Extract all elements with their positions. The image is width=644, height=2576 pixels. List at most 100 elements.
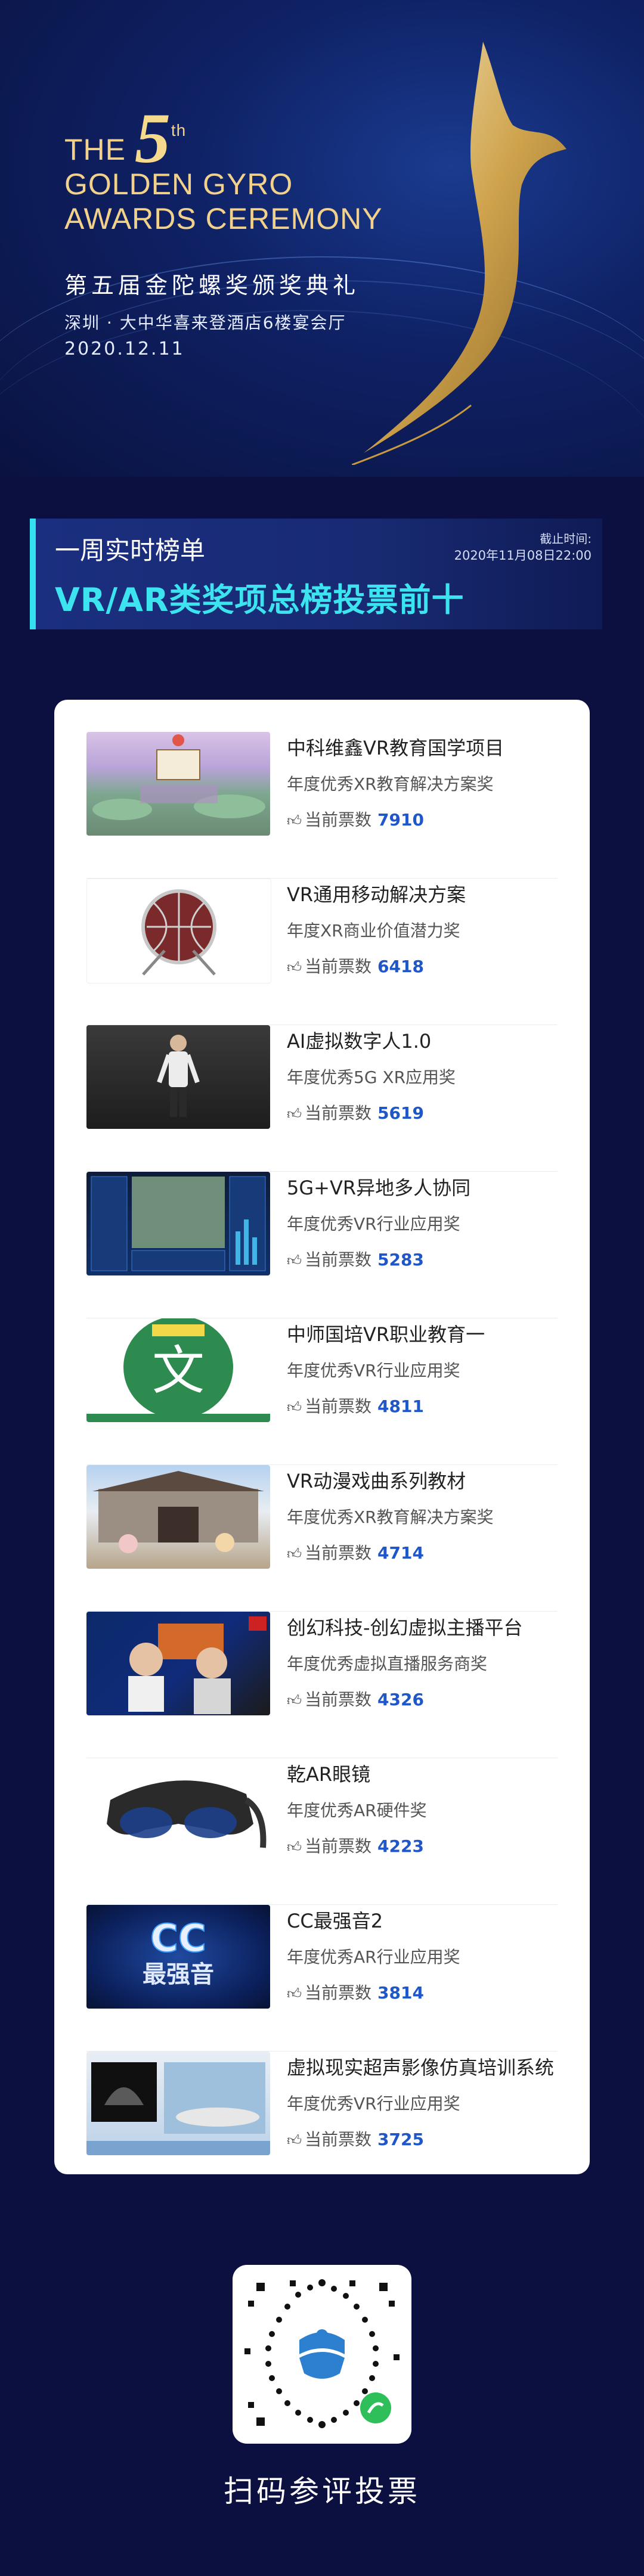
list-item[interactable]: VR通用移动解决方案 年度XR商业价值潜力奖 👍︎ 当前票数 6418 [86,879,558,1025]
thumbs-up-icon: 👍︎ [287,1106,302,1122]
item-award: 年度优秀AR行业应用奖 [287,1947,460,1967]
item-name[interactable]: 创幻科技-创幻虚拟主播平台 [287,1613,558,1640]
item-thumbnail[interactable] [86,1025,270,1129]
list-item[interactable]: 虚拟现实超声影像仿真培训系统 年度优秀VR行业应用奖 👍︎ 当前票数 3725 [86,2052,558,2171]
deadline-label: 截止时间: [540,532,592,546]
votes-label: 当前票数 [305,1836,372,1856]
votes-count: 3725 [377,2130,424,2149]
item-name[interactable]: CC最强音2 [287,1906,558,1933]
item-award: 年度优秀5G XR应用奖 [287,1067,456,1087]
item-name[interactable]: AI虚拟数字人1.0 [287,1026,558,1054]
list-item[interactable]: 中科维鑫VR教育国学项目 年度优秀XR教育解决方案奖 👍︎ 当前票数 7910 [86,732,558,879]
thumb-subtitle: 最强音 [143,1961,214,1988]
list-item[interactable]: CC 最强音 CC最强音2 年度优秀AR行业应用奖 👍︎ 当前票数 3814 [86,1905,558,2052]
votes-label: 当前票数 [305,1396,372,1416]
votes-label: 当前票数 [305,1103,372,1123]
votes-count: 5619 [377,1103,424,1123]
votes-count: 4714 [377,1543,424,1563]
item-thumbnail[interactable] [86,2052,270,2155]
list-item[interactable]: 文 中师国培VR职业教育一 年度优秀VR行业应用奖 👍︎ 当前票数 4811 [86,1318,558,1465]
votes-count: 6418 [377,957,424,976]
item-votes: 👍︎ 当前票数 6418 [287,954,424,977]
qr-caption: 扫码参评投票 [224,2474,420,2509]
item-votes: 👍︎ 当前票数 3725 [287,2127,424,2150]
votes-count: 7910 [377,810,424,830]
thumbs-up-icon: 👍︎ [287,1545,302,1562]
thumbs-up-icon: 👍︎ [287,1839,302,1855]
deadline-time: 2020年11月08日22:00 [454,548,592,563]
votes-label: 当前票数 [305,1250,372,1270]
accent-bar [30,519,36,629]
thumbs-up-icon: 👍︎ [287,1252,302,1269]
item-thumbnail[interactable] [86,1612,270,1715]
item-name[interactable]: 虚拟现实超声影像仿真培训系统 [287,2053,558,2080]
item-thumbnail[interactable]: 文 [86,1318,270,1422]
votes-count: 4811 [377,1396,424,1416]
thumbs-up-icon: 👍︎ [287,1985,302,2002]
trophy-icon [352,42,566,465]
votes-count: 4326 [377,1690,424,1709]
qr-code[interactable] [233,2265,411,2444]
title-line2: GOLDEN GYRO [64,167,293,201]
item-votes: 👍︎ 当前票数 5619 [287,1100,424,1124]
title-line3: AWARDS CEREMONY [64,202,383,235]
title-number: 5 [134,98,171,178]
item-votes: 👍︎ 当前票数 7910 [287,807,424,831]
votes-count: 4223 [377,1836,424,1856]
item-thumbnail[interactable] [86,1172,270,1275]
item-name[interactable]: VR动漫戏曲系列教材 [287,1466,558,1494]
votes-count: 5283 [377,1250,424,1270]
thumbs-up-icon: 👍︎ [287,959,302,976]
item-thumbnail[interactable] [86,879,271,983]
title-suffix: th [171,121,187,139]
item-votes: 👍︎ 当前票数 4223 [287,1833,424,1857]
item-votes: 👍︎ 当前票数 4811 [287,1393,424,1417]
item-award: 年度优秀VR行业应用奖 [287,2094,460,2113]
thumbs-up-icon: 👍︎ [287,2132,302,2149]
item-award: 年度XR商业价值潜力奖 [287,921,460,941]
votes-label: 当前票数 [305,1690,372,1709]
event-title-en: THE 5th GOLDEN GYRO AWARDS CEREMONY [64,103,383,236]
item-thumbnail[interactable] [86,1758,270,1862]
votes-label: 当前票数 [305,957,372,976]
thumbs-up-icon: 👍︎ [287,1399,302,1416]
item-award: 年度优秀XR教育解决方案奖 [287,774,494,794]
item-award: 年度优秀VR行业应用奖 [287,1361,460,1380]
thumb-title: CC [150,1917,206,1961]
title-the: THE [64,133,126,166]
qr-code-icon [244,2279,400,2428]
thumbs-up-icon: 👍︎ [287,1692,302,1709]
list-item[interactable]: 5G+VR异地多人协同 年度优秀VR行业应用奖 👍︎ 当前票数 5283 [86,1172,558,1318]
item-name[interactable]: 中师国培VR职业教育一 [287,1320,558,1347]
event-venue: 深圳 · 大中华喜来登酒店6楼宴会厅 [64,313,346,333]
ranking-header: 一周实时榜单 VR/AR类奖项总榜投票前十 截止时间: 2020年11月08日2… [30,519,602,629]
item-votes: 👍︎ 当前票数 4326 [287,1687,424,1711]
event-date: 2020.12.11 [64,339,185,359]
item-thumbnail[interactable]: CC 最强音 [86,1905,270,2009]
votes-label: 当前票数 [305,2130,372,2149]
item-name[interactable]: VR通用移动解决方案 [287,880,558,907]
hero-banner: THE 5th GOLDEN GYRO AWARDS CEREMONY 第五届金… [0,0,644,477]
item-award: 年度优秀虚拟直播服务商奖 [287,1654,488,1674]
votes-label: 当前票数 [305,810,372,830]
item-thumbnail[interactable] [86,1465,270,1569]
item-thumbnail[interactable] [86,732,270,836]
votes-label: 当前票数 [305,1983,372,2003]
item-votes: 👍︎ 当前票数 5283 [287,1247,424,1271]
list-item[interactable]: 创幻科技-创幻虚拟主播平台 年度优秀虚拟直播服务商奖 👍︎ 当前票数 4326 [86,1612,558,1758]
event-title-cn: 第五届金陀螺奖颁奖典礼 [64,272,360,299]
item-award: 年度优秀AR硬件奖 [287,1801,427,1820]
item-name[interactable]: 5G+VR异地多人协同 [287,1173,558,1200]
votes-count: 3814 [377,1983,424,2003]
logo-glyph: 文 [152,1340,205,1401]
item-award: 年度优秀XR教育解决方案奖 [287,1507,494,1527]
list-item[interactable]: 乾AR眼镜 年度优秀AR硬件奖 👍︎ 当前票数 4223 [86,1758,558,1905]
list-item[interactable]: AI虚拟数字人1.0 年度优秀5G XR应用奖 👍︎ 当前票数 5619 [86,1025,558,1172]
item-name[interactable]: 中科维鑫VR教育国学项目 [287,733,558,761]
list-item[interactable]: VR动漫戏曲系列教材 年度优秀XR教育解决方案奖 👍︎ 当前票数 4714 [86,1465,558,1612]
ranking-subtitle: 一周实时榜单 [55,536,206,565]
item-votes: 👍︎ 当前票数 3814 [287,1980,424,2004]
votes-label: 当前票数 [305,1543,372,1563]
item-name[interactable]: 乾AR眼镜 [287,1759,558,1787]
item-votes: 👍︎ 当前票数 4714 [287,1540,424,1564]
